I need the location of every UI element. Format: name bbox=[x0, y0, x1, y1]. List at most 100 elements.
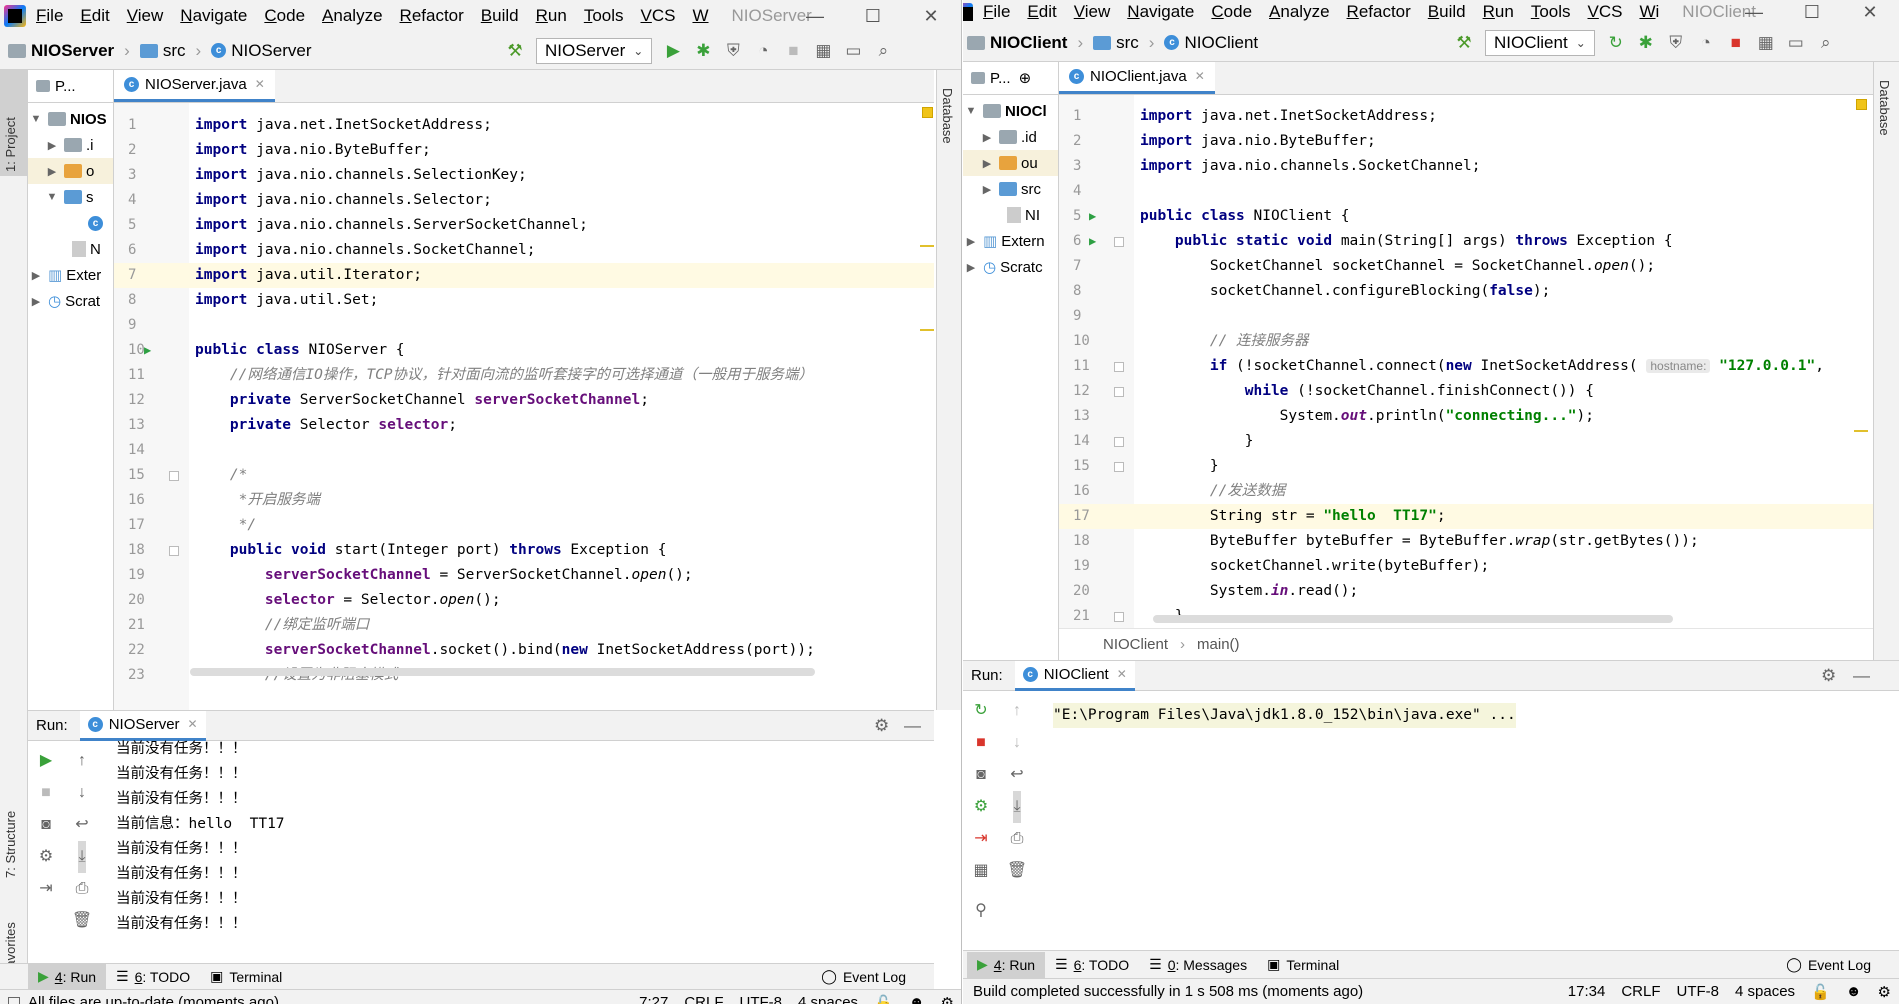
project-tab[interactable]: P... bbox=[28, 70, 113, 103]
up-arrow-icon[interactable]: ↑ bbox=[1013, 695, 1021, 727]
code-line[interactable] bbox=[189, 438, 934, 463]
menu-tools[interactable]: Tools bbox=[1531, 2, 1571, 22]
print-icon[interactable]: ⎙ bbox=[1011, 823, 1024, 855]
coverage-icon[interactable]: ⛨ bbox=[718, 41, 748, 61]
hide-panel-icon[interactable]: — bbox=[904, 716, 921, 736]
bottom-tab-terminal[interactable]: ▣ Terminal bbox=[1257, 952, 1349, 978]
rerun-icon[interactable]: ↻ bbox=[1601, 33, 1631, 53]
code-lines[interactable]: import java.net.InetSocketAddress; import… bbox=[1134, 104, 1873, 628]
code-crumb-class[interactable]: NIOClient bbox=[1103, 636, 1168, 653]
code-lines[interactable]: import java.net.InetSocketAddress; import… bbox=[189, 113, 934, 688]
editor-tab-nioclient[interactable]: c NIOClient.java ✕ bbox=[1059, 62, 1215, 94]
fold-marker-icon[interactable] bbox=[169, 471, 179, 481]
tree-row-external-libs[interactable]: ▶ ▥ Exter bbox=[28, 262, 113, 288]
stop-icon[interactable]: ■ bbox=[778, 41, 808, 61]
restore-layout-icon[interactable]: ⚙ bbox=[39, 841, 53, 873]
code-line[interactable]: import java.net.InetSocketAddress; bbox=[1134, 104, 1873, 129]
menu-edit[interactable]: Edit bbox=[80, 6, 109, 26]
code-line[interactable]: //绑定监听端口 bbox=[189, 613, 934, 638]
tree-row-idea[interactable]: ▶ .id bbox=[963, 124, 1058, 150]
code-line[interactable]: import java.nio.channels.SelectionKey; bbox=[189, 163, 934, 188]
tree-row-class[interactable]: c bbox=[28, 210, 113, 236]
tree-row-scratches[interactable]: ▶ ◷ Scrat bbox=[28, 288, 113, 314]
lock-icon[interactable]: 🔓 bbox=[874, 994, 893, 1004]
menu-build[interactable]: Build bbox=[1428, 2, 1466, 22]
event-log-button[interactable]: ◯ Event Log bbox=[811, 964, 916, 990]
console-output[interactable]: 当前没有任务！！！ 当前没有任务！！！ 当前没有任务！！！ 当前信息：hello TT… bbox=[116, 737, 285, 937]
menu-navigate[interactable]: Navigate bbox=[180, 6, 247, 26]
code-line[interactable]: import java.util.Set; bbox=[189, 288, 934, 313]
tree-row-idea[interactable]: ▶ .i bbox=[28, 132, 113, 158]
close-icon[interactable]: ✕ bbox=[1841, 2, 1899, 23]
close-tab-icon[interactable]: ✕ bbox=[1195, 69, 1205, 83]
code-line[interactable]: serverSocketChannel = ServerSocketChanne… bbox=[189, 563, 934, 588]
menu-run[interactable]: Run bbox=[536, 6, 567, 26]
tree-row-project[interactable]: ▼ NIOS bbox=[28, 106, 113, 132]
target-icon[interactable]: ⊕ bbox=[1019, 69, 1032, 87]
code-line[interactable]: ByteBuffer byteBuffer = ByteBuffer.wrap(… bbox=[1134, 529, 1873, 554]
menu-edit[interactable]: Edit bbox=[1027, 2, 1056, 22]
stop-icon[interactable]: ■ bbox=[976, 727, 986, 759]
fold-marker-icon[interactable] bbox=[1114, 612, 1124, 622]
side-tab-database[interactable]: Database bbox=[940, 88, 955, 144]
menu-refactor[interactable]: Refactor bbox=[1347, 2, 1411, 22]
settings-gear-icon[interactable]: ⚙ bbox=[874, 716, 889, 736]
menu-analyze[interactable]: Analyze bbox=[322, 6, 382, 26]
menu-window[interactable]: Wi bbox=[1639, 2, 1659, 22]
minimize-icon[interactable]: — bbox=[786, 6, 844, 27]
code-line[interactable]: */ bbox=[189, 513, 934, 538]
tree-row-scratches[interactable]: ▶ ◷ Scratc bbox=[963, 254, 1058, 280]
indent-setting[interactable]: 4 spaces bbox=[1735, 983, 1795, 1000]
file-encoding[interactable]: UTF-8 bbox=[740, 994, 783, 1004]
tree-row-src[interactable]: ▼ s bbox=[28, 184, 113, 210]
code-line[interactable]: String str = "hello TT17"; bbox=[1134, 504, 1873, 529]
debug-icon[interactable]: ✱ bbox=[1631, 33, 1661, 53]
horizontal-scrollbar[interactable] bbox=[190, 668, 815, 676]
inspector-icon[interactable]: ☻ bbox=[1846, 983, 1862, 1000]
status-toggle-icon[interactable] bbox=[8, 996, 20, 1004]
side-tab-database[interactable]: Database bbox=[1877, 80, 1892, 136]
stop-icon[interactable]: ■ bbox=[1721, 33, 1751, 53]
warning-marker-icon[interactable] bbox=[1856, 99, 1867, 110]
maximize-icon[interactable]: ☐ bbox=[844, 6, 902, 27]
stop-icon[interactable]: ■ bbox=[41, 777, 51, 809]
tree-row-iml[interactable]: N bbox=[28, 236, 113, 262]
coverage-icon[interactable]: ⛨ bbox=[1661, 33, 1691, 53]
code-line[interactable]: import java.nio.channels.ServerSocketCha… bbox=[189, 213, 934, 238]
caret-position[interactable]: 7:27 bbox=[639, 994, 668, 1004]
code-line[interactable]: while (!socketChannel.finishConnect()) { bbox=[1134, 379, 1873, 404]
editor-tab-nioserver[interactable]: c NIOServer.java ✕ bbox=[114, 70, 275, 102]
breadcrumb-project[interactable]: NIOServer bbox=[8, 41, 114, 61]
fold-marker-icon[interactable] bbox=[1114, 437, 1124, 447]
tree-row-src[interactable]: ▶ src bbox=[963, 176, 1058, 202]
code-line[interactable]: import java.nio.channels.SocketChannel; bbox=[1134, 154, 1873, 179]
code-line[interactable]: SocketChannel socketChannel = SocketChan… bbox=[1134, 254, 1873, 279]
close-tab-icon[interactable]: ✕ bbox=[188, 717, 198, 731]
file-encoding[interactable]: UTF-8 bbox=[1677, 983, 1720, 1000]
bottom-tab-todo[interactable]: ☰ 6: TODO bbox=[1045, 952, 1139, 978]
code-line[interactable]: import java.util.Iterator; bbox=[189, 263, 934, 288]
code-line[interactable]: /* bbox=[189, 463, 934, 488]
menu-tools[interactable]: Tools bbox=[584, 6, 624, 26]
lock-icon[interactable]: 🔓 bbox=[1811, 983, 1830, 1001]
line-separator[interactable]: CRLF bbox=[684, 994, 723, 1004]
event-log-button[interactable]: ◯ Event Log bbox=[1776, 952, 1881, 978]
menu-vcs[interactable]: VCS bbox=[1588, 2, 1623, 22]
fold-marker-icon[interactable] bbox=[1114, 237, 1124, 247]
menu-build[interactable]: Build bbox=[481, 6, 519, 26]
bottom-tab-terminal[interactable]: ▣ Terminal bbox=[200, 964, 292, 990]
code-line[interactable]: // 连接服务器 bbox=[1134, 329, 1873, 354]
scroll-to-end-icon[interactable]: ⤓ bbox=[78, 841, 86, 873]
close-tab-icon[interactable]: ✕ bbox=[255, 77, 265, 91]
trash-icon[interactable]: 🗑 bbox=[72, 905, 92, 937]
code-line[interactable]: } bbox=[1134, 454, 1873, 479]
code-line[interactable]: socketChannel.configureBlocking(false); bbox=[1134, 279, 1873, 304]
run-icon[interactable]: ▶ bbox=[658, 41, 688, 61]
code-area[interactable]: 1 2 3 4 5 ▶ 6 ▶ 7 8 9 10 11 12 13 14 15 16 17 18 19 20 21 impo… bbox=[1059, 95, 1873, 628]
side-tab-project[interactable]: 1: Project bbox=[3, 117, 18, 172]
soft-wrap-icon[interactable]: ↩ bbox=[1010, 759, 1023, 791]
scroll-to-end-icon[interactable]: ⤓ bbox=[1013, 791, 1021, 823]
dump-threads-icon[interactable]: ◙ bbox=[976, 759, 986, 791]
code-line[interactable]: public void start(Integer port) throws E… bbox=[189, 538, 934, 563]
breadcrumb-project[interactable]: NIOClient bbox=[967, 33, 1067, 53]
